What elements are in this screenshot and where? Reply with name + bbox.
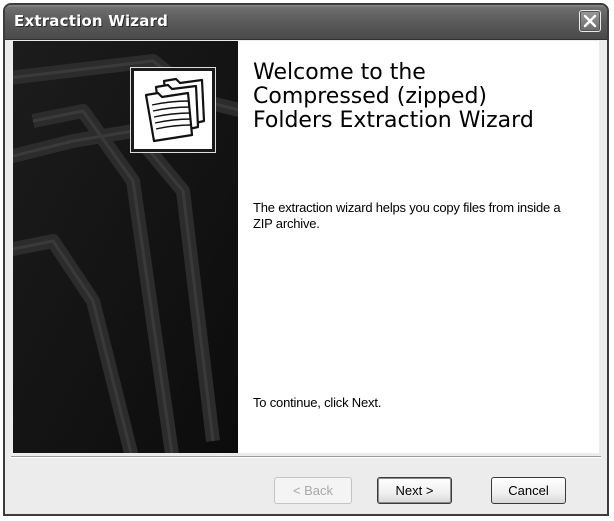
footer-separator	[11, 456, 601, 458]
window-title: Extraction Wizard	[14, 12, 169, 30]
next-button[interactable]: Next >	[377, 477, 452, 504]
wizard-description: The extraction wizard helps you copy fil…	[253, 200, 561, 231]
wizard-heading: Welcome to the Compressed (zipped) Folde…	[253, 60, 534, 133]
wizard-side-panel	[13, 41, 238, 453]
back-button[interactable]: < Back	[274, 477, 352, 504]
title-bar[interactable]: Extraction Wizard	[5, 5, 607, 40]
close-icon	[583, 14, 597, 28]
extraction-wizard-window: Extraction Wizard Welcome to the Compres…	[3, 3, 609, 516]
wizard-main-panel: Welcome to the Compressed (zipped) Folde…	[238, 41, 599, 453]
wizard-continue-text: To continue, click Next.	[253, 395, 382, 410]
compressed-folders-icon	[144, 77, 206, 143]
wizard-content: Welcome to the Compressed (zipped) Folde…	[13, 41, 599, 453]
cancel-button[interactable]: Cancel	[491, 477, 566, 504]
wizard-header-icon-frame	[130, 67, 216, 153]
close-button[interactable]	[579, 10, 601, 32]
